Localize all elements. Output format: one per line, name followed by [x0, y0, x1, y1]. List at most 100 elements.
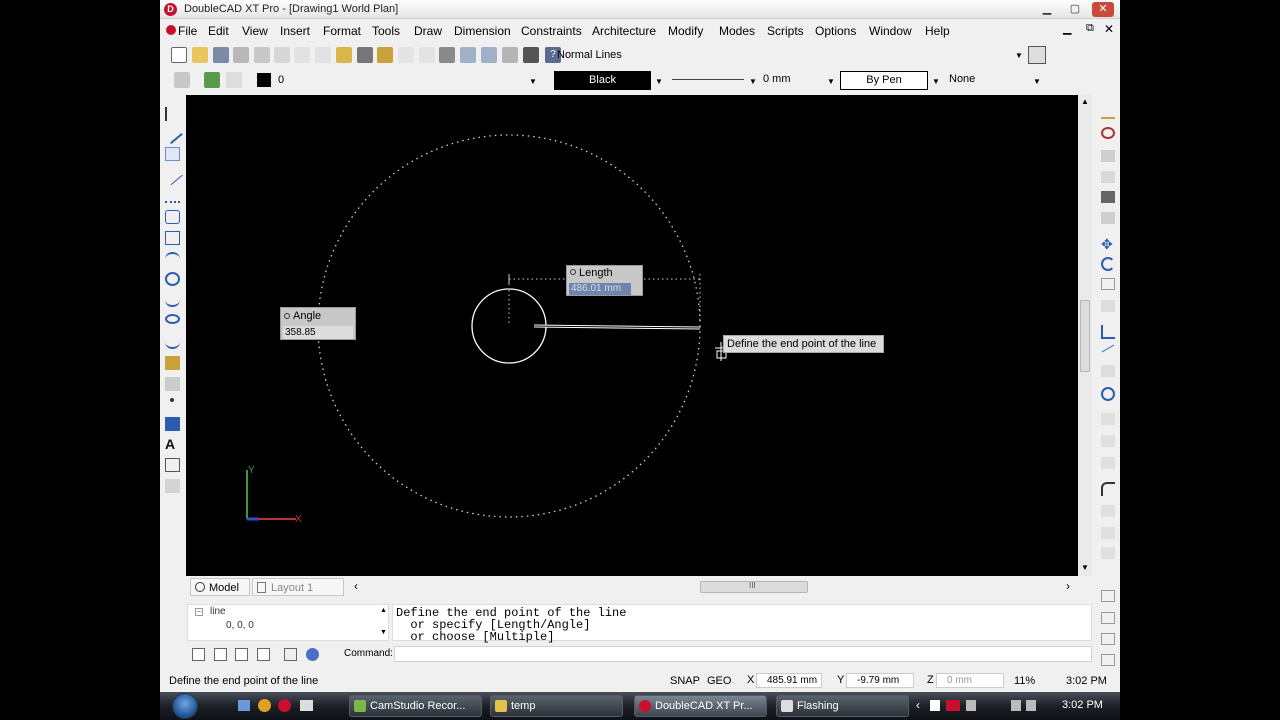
- point-icon[interactable]: [170, 398, 174, 402]
- symbol-icon[interactable]: [165, 356, 180, 370]
- pencil-draw-icon[interactable]: [162, 123, 183, 145]
- menu-view[interactable]: View: [242, 24, 268, 38]
- snap-toggle[interactable]: SNAP: [670, 675, 700, 687]
- fill-icon[interactable]: [165, 417, 180, 431]
- copy-icon[interactable]: [315, 47, 331, 63]
- rotate-icon[interactable]: [1101, 257, 1115, 271]
- menu-tools[interactable]: Tools: [372, 24, 400, 38]
- start-orb-icon[interactable]: [172, 693, 198, 719]
- line-width-dropdown-arrow[interactable]: ▼: [827, 77, 835, 86]
- task-camstudio[interactable]: CamStudio Recor...: [349, 695, 482, 717]
- menu-file[interactable]: File: [178, 24, 197, 38]
- explode-icon[interactable]: [1101, 457, 1115, 469]
- geo-toggle[interactable]: GEO: [707, 675, 731, 687]
- align-icon[interactable]: [1101, 547, 1115, 559]
- menu-architecture[interactable]: Architecture: [592, 24, 656, 38]
- mdi-close-button[interactable]: ✕: [1104, 22, 1114, 36]
- line-tool-icon[interactable]: [165, 147, 180, 161]
- collapse-icon[interactable]: −: [195, 608, 203, 616]
- command-list-icon[interactable]: [284, 648, 297, 661]
- color-select[interactable]: Black: [554, 71, 651, 90]
- move-icon[interactable]: ✥: [1101, 237, 1115, 251]
- menu-window[interactable]: Window: [869, 24, 912, 38]
- divide-icon[interactable]: [1101, 505, 1115, 517]
- command-insert-icon[interactable]: [235, 648, 248, 661]
- order-front-icon[interactable]: [1101, 633, 1115, 645]
- edit-pencil-icon[interactable]: [1101, 107, 1115, 119]
- mdi-minimize-button[interactable]: ▁: [1063, 22, 1071, 35]
- mirror-icon[interactable]: [1101, 171, 1115, 183]
- pen-dropdown-arrow[interactable]: ▼: [932, 77, 940, 86]
- line-type-preview[interactable]: [672, 79, 744, 80]
- network-icon[interactable]: [1011, 700, 1021, 711]
- trim-icon[interactable]: [1101, 325, 1115, 339]
- layer-dropdown-arrow[interactable]: ▼: [529, 77, 537, 86]
- fill-value[interactable]: None: [949, 73, 975, 85]
- task-temp[interactable]: temp: [490, 695, 623, 717]
- chamfer-icon[interactable]: [1101, 413, 1115, 425]
- block-icon[interactable]: [165, 377, 180, 391]
- extend-icon[interactable]: [1101, 344, 1115, 353]
- ati-icon[interactable]: [946, 700, 960, 711]
- paste-icon[interactable]: [336, 47, 352, 63]
- circle-icon[interactable]: [165, 272, 180, 286]
- match-properties-icon[interactable]: [377, 47, 393, 63]
- calculator-icon[interactable]: [523, 47, 539, 63]
- tab-layout-1[interactable]: Layout 1: [252, 578, 344, 596]
- pan-icon[interactable]: [439, 47, 455, 63]
- copy-array-icon[interactable]: [1101, 150, 1115, 162]
- layer-color-swatch[interactable]: [257, 73, 271, 87]
- drawing-canvas[interactable]: Y X Length 486.01 mm Angle 358.85 Define…: [186, 95, 1078, 576]
- menu-insert[interactable]: Insert: [280, 24, 310, 38]
- menu-format[interactable]: Format: [323, 24, 361, 38]
- folder-quicklaunch-icon[interactable]: [300, 700, 313, 711]
- tray-shield-icon[interactable]: [966, 700, 976, 711]
- offset-icon[interactable]: [1101, 191, 1115, 203]
- properties-icon[interactable]: [274, 47, 290, 63]
- layer-value[interactable]: 0: [278, 74, 284, 86]
- ellipse-icon[interactable]: [165, 314, 180, 324]
- join-icon[interactable]: [1101, 435, 1115, 447]
- arc-icon[interactable]: [165, 252, 180, 266]
- vertical-scrollbar[interactable]: ▲ ▼: [1078, 95, 1092, 576]
- scroll-down-arrow[interactable]: ▼: [1081, 563, 1089, 572]
- layer-manager-icon[interactable]: [174, 72, 190, 88]
- layer-visible-icon[interactable]: [226, 72, 242, 88]
- menu-help[interactable]: Help: [925, 24, 950, 38]
- select-arrow-icon[interactable]: [165, 107, 180, 121]
- maximize-button[interactable]: ▢: [1064, 2, 1086, 17]
- command-settings-icon[interactable]: [306, 648, 319, 661]
- save-icon[interactable]: [213, 47, 229, 63]
- command-input[interactable]: [394, 646, 1092, 662]
- tree-root-item[interactable]: line: [210, 606, 226, 617]
- curve-icon[interactable]: [165, 293, 180, 307]
- minimize-button[interactable]: ▁: [1036, 2, 1058, 17]
- lock-icon[interactable]: [284, 313, 290, 319]
- zoom-extents-icon[interactable]: [502, 47, 518, 63]
- close-button[interactable]: ✕: [1092, 2, 1114, 17]
- print-icon[interactable]: [233, 47, 249, 63]
- menu-modify[interactable]: Modify: [668, 24, 703, 38]
- horizontal-scroll-thumb[interactable]: III: [700, 581, 808, 593]
- length-input-box[interactable]: Length 486.01 mm: [566, 265, 643, 296]
- menu-options[interactable]: Options: [815, 24, 856, 38]
- show-desktop-icon[interactable]: [238, 700, 250, 711]
- angle-value-field[interactable]: 358.85: [283, 326, 353, 339]
- scroll-right-arrow[interactable]: ›: [1066, 579, 1070, 593]
- doublecad-quicklaunch-icon[interactable]: [278, 699, 291, 712]
- dimension-icon[interactable]: [165, 458, 180, 472]
- open-icon[interactable]: [192, 47, 208, 63]
- menu-scripts[interactable]: Scripts: [767, 24, 804, 38]
- command-add-icon[interactable]: [214, 648, 227, 661]
- fill-dropdown-arrow[interactable]: ▼: [1033, 77, 1041, 86]
- task-doublecad[interactable]: DoubleCAD XT Pr...: [634, 695, 767, 717]
- command-option-icon[interactable]: [192, 648, 205, 661]
- text-icon[interactable]: A: [165, 437, 180, 451]
- order-back-icon[interactable]: [1101, 654, 1115, 666]
- break-icon[interactable]: [1101, 365, 1115, 377]
- y-coordinate-field[interactable]: -9.79 mm: [846, 673, 914, 688]
- zoom-window-icon[interactable]: [481, 47, 497, 63]
- pen-select[interactable]: By Pen: [840, 71, 928, 90]
- line-type-dropdown-arrow[interactable]: ▼: [749, 77, 757, 86]
- line-style-select[interactable]: Normal Lines: [552, 46, 1022, 64]
